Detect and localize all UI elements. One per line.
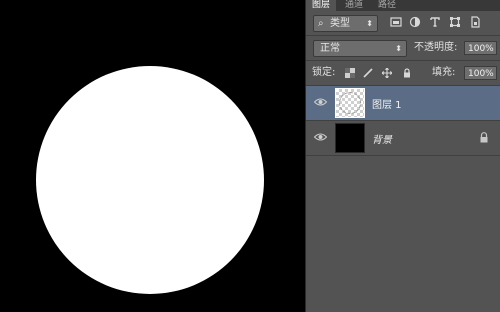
image-icon[interactable] xyxy=(390,16,402,28)
white-circle-shape xyxy=(36,66,264,294)
circle-outline xyxy=(339,92,361,114)
blend-mode-value: 正常 xyxy=(320,43,340,54)
lock-pixels-icon[interactable] xyxy=(363,68,373,78)
fill-input[interactable]: 100% xyxy=(464,66,497,80)
fill-label: 填充: xyxy=(432,67,456,78)
layer-name: 图层 1 xyxy=(372,100,402,111)
eye-icon[interactable] xyxy=(314,97,327,107)
filter-type-value: 类型 xyxy=(330,18,350,29)
layers-panel: 图层 通道 路径 ⌕ 类型 ⬍ 正常 ⬍ 不透明度: 100% 锁定: 填充: … xyxy=(305,0,500,312)
smart-object-icon[interactable] xyxy=(469,16,481,28)
panel-tab-bar: 图层 通道 路径 xyxy=(306,0,500,11)
search-icon: ⌕ xyxy=(318,18,324,29)
document-canvas[interactable] xyxy=(0,0,305,312)
lock-all-icon[interactable] xyxy=(402,68,412,78)
adjustment-icon[interactable] xyxy=(409,16,421,28)
tab-channels[interactable]: 通道 xyxy=(340,0,368,11)
chevron-updown-icon: ⬍ xyxy=(366,19,373,28)
divider xyxy=(306,155,500,156)
layer-row-background[interactable]: 背景 xyxy=(306,121,500,155)
layer-name: 背景 xyxy=(372,135,392,146)
divider xyxy=(306,35,500,36)
lock-label: 锁定: xyxy=(312,67,336,78)
layer-filter-select[interactable]: ⌕ 类型 ⬍ xyxy=(313,15,378,32)
tab-paths[interactable]: 路径 xyxy=(373,0,401,11)
text-icon[interactable] xyxy=(429,16,441,28)
layer-thumbnail xyxy=(335,88,365,118)
lock-transparent-icon[interactable] xyxy=(345,68,355,78)
blend-mode-select[interactable]: 正常 ⬍ xyxy=(313,40,407,57)
lock-position-icon[interactable] xyxy=(382,68,392,78)
divider xyxy=(306,60,500,61)
tab-layers[interactable]: 图层 xyxy=(306,0,336,11)
chevron-updown-icon: ⬍ xyxy=(395,44,402,53)
eye-icon[interactable] xyxy=(314,132,327,142)
layer-row-layer1[interactable]: 图层 1 xyxy=(306,86,500,120)
lock-icon xyxy=(480,132,488,143)
layer-thumbnail xyxy=(335,123,365,153)
opacity-input[interactable]: 100% xyxy=(464,41,497,55)
opacity-label: 不透明度: xyxy=(414,42,458,53)
shape-icon[interactable] xyxy=(449,16,461,28)
